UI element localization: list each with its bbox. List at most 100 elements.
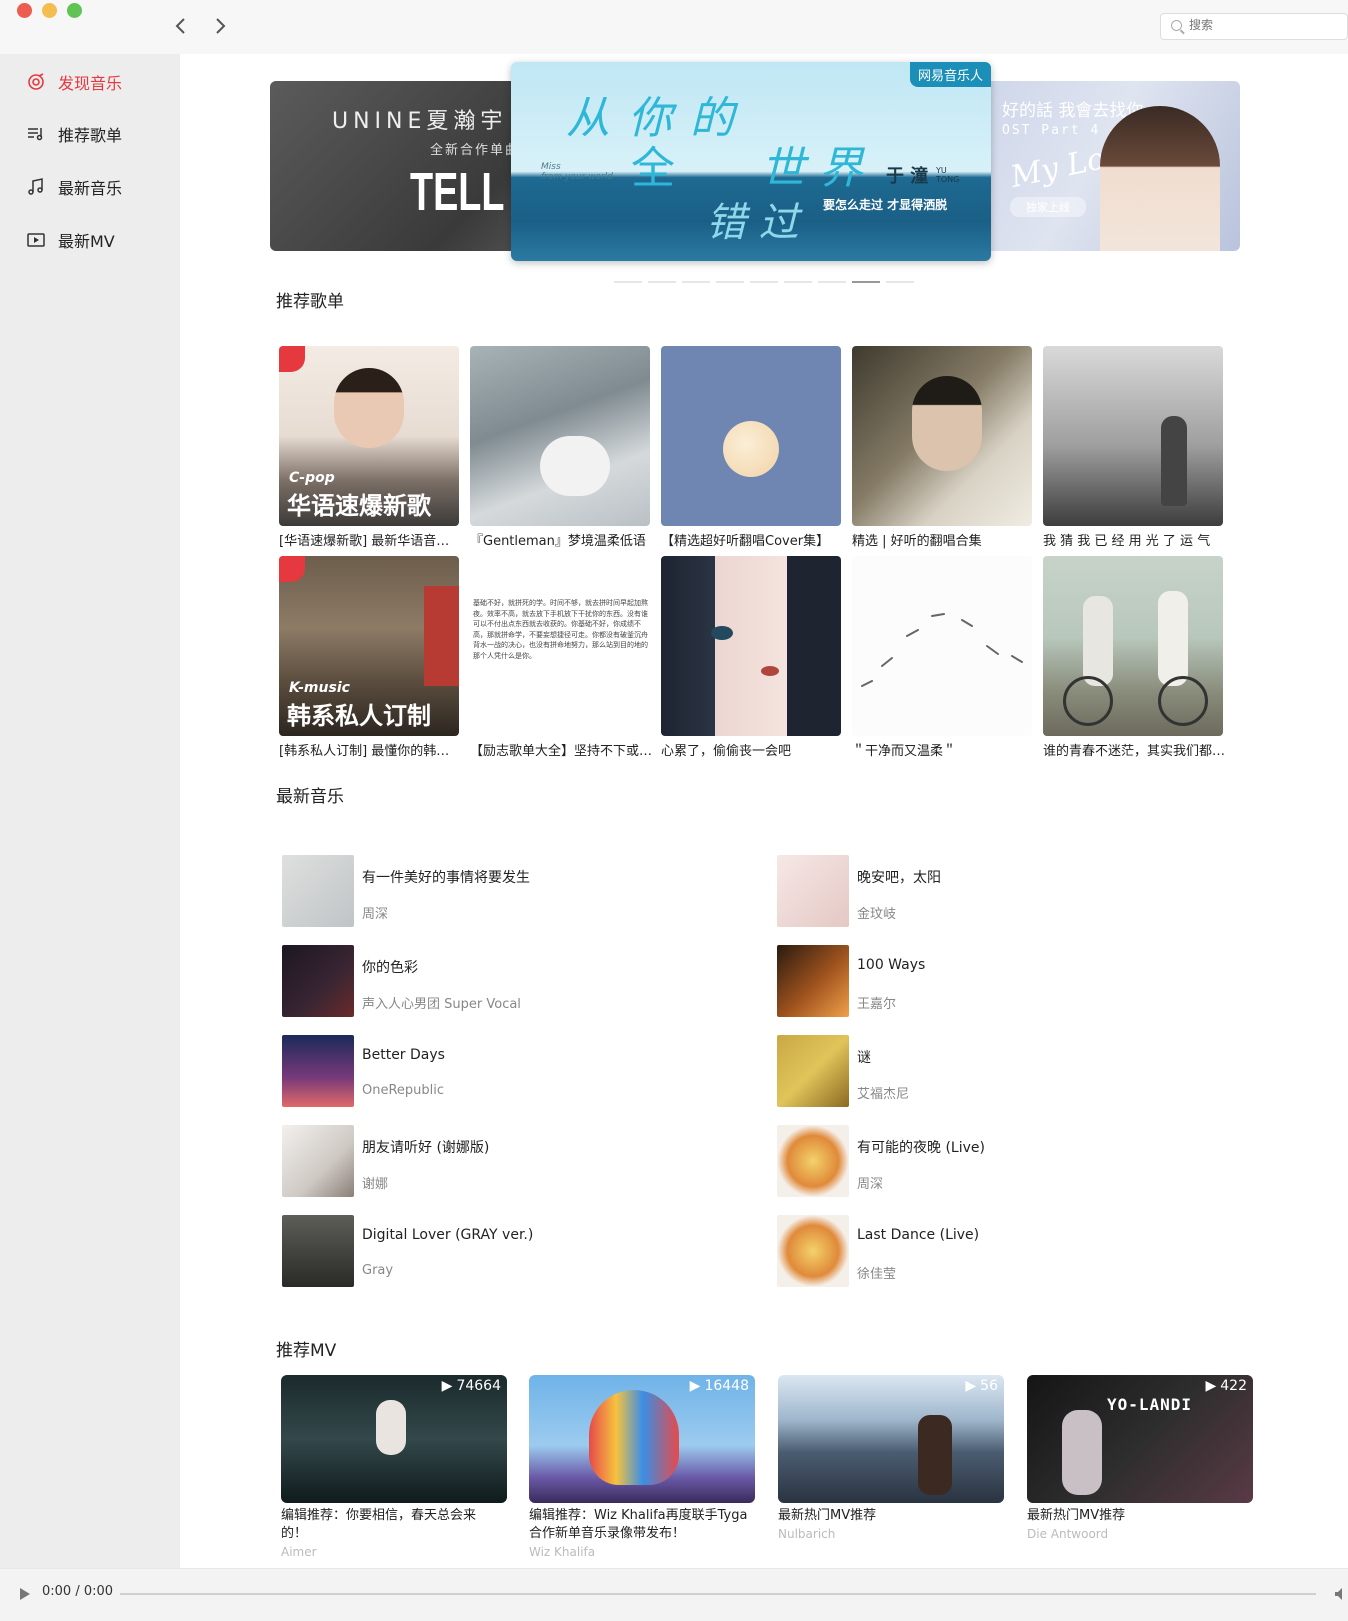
song-artist: 金玟岐 [857,907,897,922]
portrait-image [912,376,982,471]
bicycle-image [1063,676,1113,726]
cover-title: 韩系私人订制 [287,702,431,730]
banner-tag: 独家上线 [1010,197,1086,217]
playlist-name: ＂干净而又温柔＂ [852,744,957,759]
search-input[interactable] [1187,17,1337,33]
play-count-value: 74664 [456,1378,501,1394]
playlist-card[interactable]: 心累了，偷偷丧一会吧 [661,556,843,759]
playlist-card[interactable]: 『Gentleman』梦境温柔低语 [470,346,652,549]
sidebar-item-label: 推荐歌单 [58,126,123,145]
song-item[interactable]: 有可能的夜晚 (Live) 周深 [777,1125,1197,1199]
mv-card[interactable]: ▶ 16448 编辑推荐：Wiz Khalifa再度联手Tyga合作新单音乐录像带… [529,1375,755,1559]
banner-text: 错 过 [706,200,799,246]
playlist-card[interactable]: K-music 韩系私人订制 [韩系私人订制] 最懂你的韩系… [279,556,461,759]
sidebar-item-playlists[interactable]: 推荐歌单 [26,120,122,148]
song-item[interactable]: Better Days OneRepublic [282,1035,702,1109]
forward-button[interactable] [208,14,232,38]
sidebar: 发现音乐 推荐歌单 最新音乐 最新MV [0,54,180,1568]
mv-card[interactable]: ▶ 56 最新热门MV推荐 Nulbarich [778,1375,1004,1541]
banner-text: OST Part 4 — [1002,123,1120,138]
playlist-card[interactable]: ＂干净而又温柔＂ [852,556,1034,759]
song-name: 100 Ways [857,957,926,973]
cover-text: 基础不好，就拼死的学。时间不够，就去拼时间早起加熬夜。效率不高，就去放下手机放下… [473,599,648,660]
song-item[interactable]: Digital Lover (GRAY ver.) Gray [282,1215,702,1289]
song-name: 谜 [857,1050,871,1066]
netease-logo-icon [279,346,305,372]
song-item[interactable]: 晚安吧，太阳 金玟岐 [777,855,1197,929]
song-item[interactable]: Last Dance (Live) 徐佳莹 [777,1215,1197,1289]
portrait-image [334,368,404,448]
progress-bar[interactable] [120,1593,1316,1595]
playlist-card[interactable]: 精选 | 好听的翻唱合集 [852,346,1034,549]
playlist-name: 精选 | 好听的翻唱合集 [852,534,982,549]
mv-card[interactable]: YO-LANDI ▶ 422 最新热门MV推荐 Die Antwoord [1027,1375,1253,1541]
video-icon [26,230,48,250]
playlist-name: [华语速爆新歌] 最新华语音乐… [279,534,461,549]
banner-dot[interactable] [648,281,676,283]
mv-card[interactable]: ▶ 74664 编辑推荐：你要相信，春天总会来的！ Aimer [281,1375,507,1559]
banner-dot[interactable] [886,281,914,283]
song-item[interactable]: 有一件美好的事情将要发生 周深 [282,855,702,929]
mv-cover: ▶ 16448 [529,1375,755,1503]
playlist-cover [661,346,841,526]
banner-center[interactable]: 网易音乐人 从 你 的 全 世 界 错 过 Miss from your wor… [511,62,991,261]
section-title-new-music[interactable]: 最新音乐 [276,782,344,807]
song-item[interactable]: 谜 艾福杰尼 [777,1035,1197,1109]
banner-dot[interactable] [682,281,710,283]
banner-dot[interactable] [818,281,846,283]
minimize-window-button[interactable] [42,3,57,18]
playlist-cover [852,556,1032,736]
music-note-icon [26,177,48,197]
play-count-value: 422 [1220,1378,1247,1394]
playlist-card[interactable]: 谁的青春不迷茫，其实我们都… [1043,556,1225,759]
playlist-card[interactable]: 【精选超好听翻唱Cover集】 [661,346,843,549]
section-title-playlists[interactable]: 推荐歌单 [276,287,344,312]
banner-artist-en: YU TONG [936,166,960,184]
close-window-button[interactable] [17,3,32,18]
sidebar-item-new-mv[interactable]: 最新MV [26,226,115,254]
bicycle-image [1158,676,1208,726]
banner-dot[interactable] [716,281,744,283]
playlist-card[interactable]: 基础不好，就拼死的学。时间不够，就去拼时间早起加熬夜。效率不高，就去放下手机放下… [470,556,652,759]
volume-icon[interactable] [1334,1587,1348,1601]
playlist-card[interactable]: C-pop 华语速爆新歌 [华语速爆新歌] 最新华语音乐… [279,346,461,549]
mv-artist: Wiz Khalifa [529,1545,596,1559]
banner-dot[interactable] [614,281,642,283]
song-item[interactable]: 你的色彩 声入人心男团 Super Vocal [282,945,702,1019]
song-name: Last Dance (Live) [857,1227,980,1243]
sidebar-item-discover[interactable]: 发现音乐 [26,68,122,96]
sidebar-item-new-music[interactable]: 最新音乐 [26,173,122,201]
mv-artist: Aimer [281,1545,317,1559]
sidebar-item-label: 最新音乐 [58,179,123,198]
banner-dot[interactable] [750,281,778,283]
section-title-mv[interactable]: 推荐MV [276,1336,336,1361]
mv-cover: YO-LANDI ▶ 422 [1027,1375,1253,1503]
song-cover [777,1125,849,1197]
playlist-card[interactable]: 我 猜 我 已 经 用 光 了 运 气 [1043,346,1225,549]
netease-logo-icon [279,556,305,582]
search-box[interactable] [1160,13,1348,40]
play-icon[interactable] [20,1588,30,1600]
play-icon: ▶ [1205,1378,1217,1394]
maximize-window-button[interactable] [67,3,82,18]
song-item[interactable]: 100 Ways 王嘉尔 [777,945,1197,1019]
song-item[interactable]: 朋友请听好 (谢娜版) 谢娜 [282,1125,702,1199]
figure-image [376,1400,406,1455]
mv-title: 最新热门MV推荐 [1027,1508,1126,1523]
mv-title: 编辑推荐：Wiz Khalifa再度联手Tyga合作新单音乐录像带发布！ [529,1508,748,1541]
netease-musician-badge: 网易音乐人 [909,62,991,87]
sidebar-item-label: 最新MV [58,232,115,251]
playlist-cover: 基础不好，就拼死的学。时间不够，就去拼时间早起加熬夜。效率不高，就去放下手机放下… [470,556,650,736]
back-button[interactable] [169,14,193,38]
banner-dot[interactable] [784,281,812,283]
playlist-name: 心累了，偷偷丧一会吧 [661,744,792,759]
song-name: Digital Lover (GRAY ver.) [362,1227,534,1243]
song-cover [777,945,849,1017]
song-name: 你的色彩 [362,960,418,976]
banner-dot-active[interactable] [852,281,880,283]
playback-time: 0:00 / 0:00 [42,1584,114,1599]
figure-image [1161,416,1187,506]
moon-image [723,421,779,477]
banner-tagline: 要怎么走过 才显得洒脱 [823,198,948,212]
play-count: ▶ 422 [1205,1378,1247,1394]
